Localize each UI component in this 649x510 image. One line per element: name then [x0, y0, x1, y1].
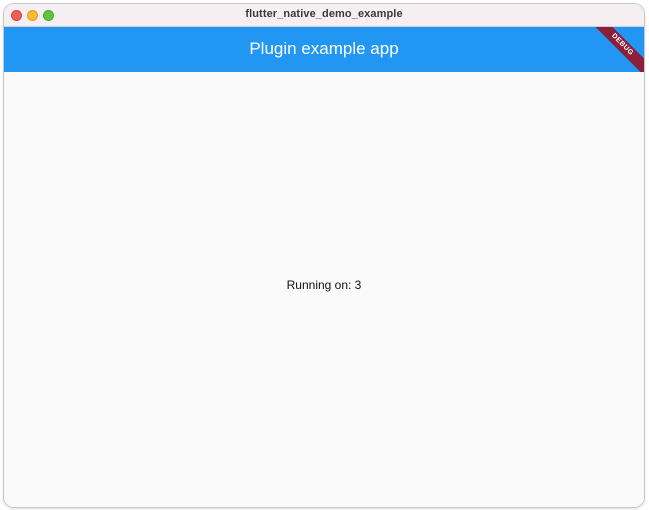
app-bar: Plugin example app DEBUG: [4, 27, 644, 72]
app-window: flutter_native_demo_example Plugin examp…: [4, 4, 644, 507]
title-bar[interactable]: flutter_native_demo_example: [4, 4, 644, 27]
app-body: Running on: 3: [4, 72, 644, 507]
running-on-text: Running on: 3: [286, 278, 362, 292]
window-title: flutter_native_demo_example: [245, 8, 403, 20]
app-bar-title: Plugin example app: [249, 39, 399, 58]
